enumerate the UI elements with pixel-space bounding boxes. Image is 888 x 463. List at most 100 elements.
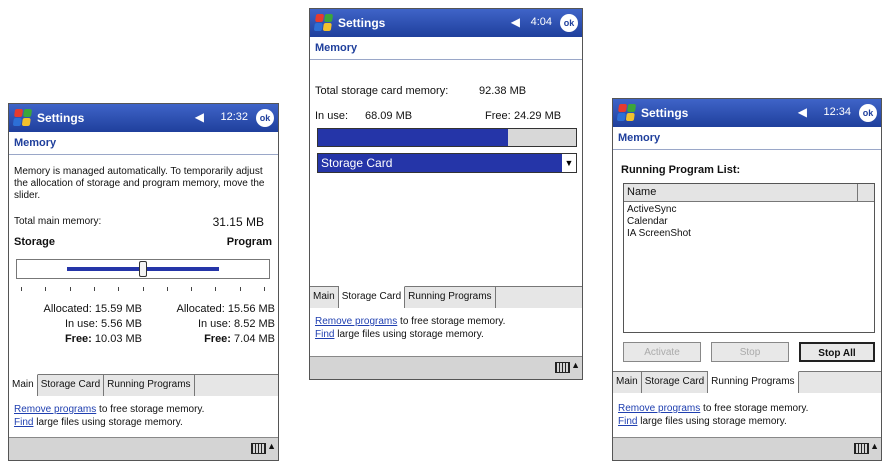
find-link[interactable]: Find <box>618 416 637 427</box>
windows-start-icon[interactable] <box>616 103 637 121</box>
slider-tick <box>45 287 46 291</box>
title-bar: Settings ◀ 12:32 ok <box>9 104 278 132</box>
stop-button[interactable]: Stop <box>711 342 789 362</box>
right-free-label: Free: <box>204 333 231 345</box>
find-link[interactable]: Find <box>315 329 334 340</box>
remove-programs-link[interactable]: Remove programs <box>618 403 700 414</box>
slider-thumb[interactable] <box>139 261 147 277</box>
windows-start-icon[interactable] <box>313 13 334 31</box>
list-item[interactable]: Calendar <box>627 216 871 228</box>
left-inuse-value: 5.56 MB <box>101 318 142 330</box>
menu-bar: ▲ <box>9 437 278 460</box>
column-header-label: Name <box>627 186 657 198</box>
slider-tick <box>215 287 216 291</box>
slider-tick <box>143 287 144 291</box>
tab-running-programs[interactable]: Running Programs <box>405 287 496 308</box>
free-value: 24.29 MB <box>514 110 562 122</box>
remove-programs-link[interactable]: Remove programs <box>315 316 397 327</box>
ok-button[interactable]: ok <box>859 104 877 122</box>
total-storage-label: Total storage card memory: <box>315 85 449 97</box>
clock[interactable]: 12:34 <box>823 106 851 118</box>
left-inuse-label: In use: <box>64 318 98 330</box>
remove-programs-text: to free storage memory. <box>397 316 506 327</box>
slider-tick <box>167 287 168 291</box>
list-item[interactable]: ActiveSync <box>627 204 871 216</box>
running-program-list-title: Running Program List: <box>621 164 741 176</box>
column-divider <box>857 184 858 201</box>
total-memory-value: 31.15 MB <box>212 215 264 229</box>
ok-button[interactable]: ok <box>560 14 578 32</box>
tab-main[interactable]: Main <box>9 374 38 396</box>
keyboard-icon[interactable] <box>555 362 570 373</box>
title-bar: Settings ◀ 4:04 ok <box>310 9 582 37</box>
find-link[interactable]: Find <box>14 417 33 428</box>
speaker-icon[interactable]: ◀ <box>195 110 204 124</box>
right-inuse-value: 8.52 MB <box>234 318 275 330</box>
inuse-label: In use: <box>315 110 349 122</box>
tab-running-programs[interactable]: Running Programs <box>708 371 799 393</box>
keyboard-icon[interactable] <box>251 443 266 454</box>
storage-card-dropdown[interactable]: Storage Card ▼ <box>317 153 577 173</box>
input-arrow-icon[interactable]: ▲ <box>870 441 879 451</box>
tab-bar: Main Storage Card Running Programs <box>310 286 582 308</box>
storage-label: Storage <box>14 236 55 248</box>
left-free-value: 10.03 MB <box>94 333 142 345</box>
input-arrow-icon[interactable]: ▲ <box>571 360 580 370</box>
remove-programs-link[interactable]: Remove programs <box>14 404 96 415</box>
program-label: Program <box>226 236 272 248</box>
tab-storage-card[interactable]: Storage Card <box>37 375 105 396</box>
remove-programs-text: to free storage memory. <box>96 404 205 415</box>
menu-bar: ▲ <box>613 437 881 460</box>
intro-text: Memory is managed automatically. To temp… <box>14 166 265 201</box>
app-title: Settings <box>37 111 85 125</box>
screen-running-programs-tab: Settings ◀ 12:34 ok Memory Running Progr… <box>612 98 882 461</box>
chevron-down-icon[interactable]: ▼ <box>562 154 576 172</box>
left-free-label: Free: <box>64 333 92 345</box>
right-allocated-label: Allocated: <box>176 303 225 315</box>
app-title: Settings <box>338 16 386 30</box>
slider-tick <box>118 287 119 291</box>
left-allocated-value: 15.59 MB <box>94 303 142 315</box>
right-inuse-label: In use: <box>197 318 231 330</box>
inuse-value: 68.09 MB <box>365 110 413 122</box>
page-title: Memory <box>9 132 278 155</box>
total-storage-value: 92.38 MB <box>479 85 527 97</box>
menu-bar: ▲ <box>310 356 582 379</box>
keyboard-icon[interactable] <box>854 443 869 454</box>
slider-tick <box>94 287 95 291</box>
remove-programs-text: to free storage memory. <box>700 403 809 414</box>
clock[interactable]: 12:32 <box>220 111 248 123</box>
ok-button[interactable]: ok <box>256 109 274 127</box>
speaker-icon[interactable]: ◀ <box>511 15 520 29</box>
app-title: Settings <box>641 106 689 120</box>
page-title: Memory <box>310 37 582 60</box>
tab-storage-card[interactable]: Storage Card <box>338 286 406 308</box>
slider-tick <box>240 287 241 291</box>
list-item[interactable]: IA ScreenShot <box>627 228 871 240</box>
slider-tick <box>264 287 265 291</box>
slider-tick <box>21 287 22 291</box>
title-bar: Settings ◀ 12:34 ok <box>613 99 881 127</box>
memory-slider[interactable] <box>16 259 270 279</box>
usage-bar <box>317 128 577 147</box>
windows-start-icon[interactable] <box>12 108 33 126</box>
stop-all-button[interactable]: Stop All <box>799 342 875 362</box>
total-memory-label: Total main memory: <box>14 216 102 227</box>
tab-running-programs[interactable]: Running Programs <box>104 375 195 396</box>
speaker-icon[interactable]: ◀ <box>798 105 807 119</box>
screen-storage-card-tab: Settings ◀ 4:04 ok Memory Total storage … <box>309 8 583 380</box>
activate-button[interactable]: Activate <box>623 342 701 362</box>
tab-storage-card[interactable]: Storage Card <box>641 372 709 393</box>
tab-main[interactable]: Main <box>310 287 339 308</box>
tab-bar: Main Storage Card Running Programs <box>9 374 278 396</box>
clock[interactable]: 4:04 <box>531 16 552 28</box>
tab-main[interactable]: Main <box>613 372 642 393</box>
usage-bar-fill <box>318 129 509 146</box>
slider-tick <box>191 287 192 291</box>
program-list[interactable]: Name ActiveSync Calendar IA ScreenShot <box>623 183 875 333</box>
find-text: large files using storage memory. <box>33 417 183 428</box>
input-arrow-icon[interactable]: ▲ <box>267 441 276 451</box>
slider-ticks <box>21 287 265 293</box>
column-header-name[interactable]: Name <box>624 184 874 202</box>
slider-tick <box>70 287 71 291</box>
